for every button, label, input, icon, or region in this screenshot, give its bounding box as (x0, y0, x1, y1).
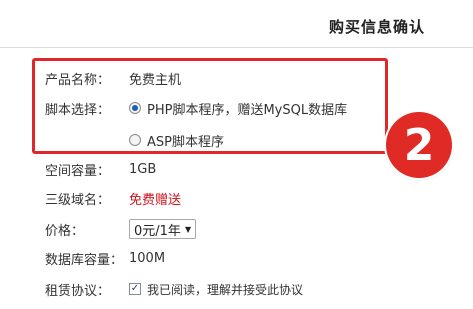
radio-asp[interactable] (129, 134, 141, 146)
space-label: 空间容量： (45, 163, 111, 179)
price-label: 价格： (45, 223, 85, 239)
script-row: 脚本选择： PHP脚本程序，赠送MySQL数据库 (45, 96, 347, 120)
script-option-php-label: PHP脚本程序，赠送MySQL数据库 (147, 102, 348, 118)
product-row: 产品名称： 免费主机 (45, 66, 181, 90)
domain-label: 三级域名： (45, 192, 111, 208)
price-select[interactable]: 0元/1年 ▼ (129, 219, 197, 239)
db-value: 100M (129, 250, 166, 266)
chevron-down-icon: ▼ (184, 224, 192, 234)
space-value: 1GB (129, 161, 157, 177)
script-option-asp-label: ASP脚本程序 (147, 134, 224, 150)
price-select-value: 0元/1年 (134, 223, 181, 239)
script-row-2: ASP脚本程序 (129, 128, 224, 152)
radio-php[interactable] (129, 102, 141, 114)
domain-row: 三级域名： 免费赠送 (45, 186, 181, 210)
lease-row: 租赁协议： ✓ 我已阅读，理解并接受此协议 (45, 277, 303, 301)
lease-label: 租赁协议： (45, 283, 111, 299)
script-label: 脚本选择： (45, 102, 111, 118)
db-label: 数据库容量： (45, 252, 124, 268)
agree-text: 我已阅读，理解并接受此协议 (147, 282, 304, 297)
script-option-asp[interactable]: ASP脚本程序 (129, 131, 224, 150)
product-value: 免费主机 (129, 72, 182, 88)
page-title: 购买信息确认 (328, 18, 425, 36)
price-row: 价格： 0元/1年 ▼ (45, 217, 197, 241)
space-row: 空间容量： 1GB (45, 157, 156, 181)
agree-checkbox[interactable]: ✓ (129, 283, 141, 295)
db-row: 数据库容量： 100M (45, 246, 165, 270)
product-label: 产品名称： (45, 72, 111, 88)
header-bar: 购买信息确认 (0, 0, 473, 48)
step-badge: 2 (386, 112, 452, 178)
domain-value: 免费赠送 (129, 192, 182, 208)
script-option-php[interactable]: PHP脚本程序，赠送MySQL数据库 (129, 99, 347, 118)
